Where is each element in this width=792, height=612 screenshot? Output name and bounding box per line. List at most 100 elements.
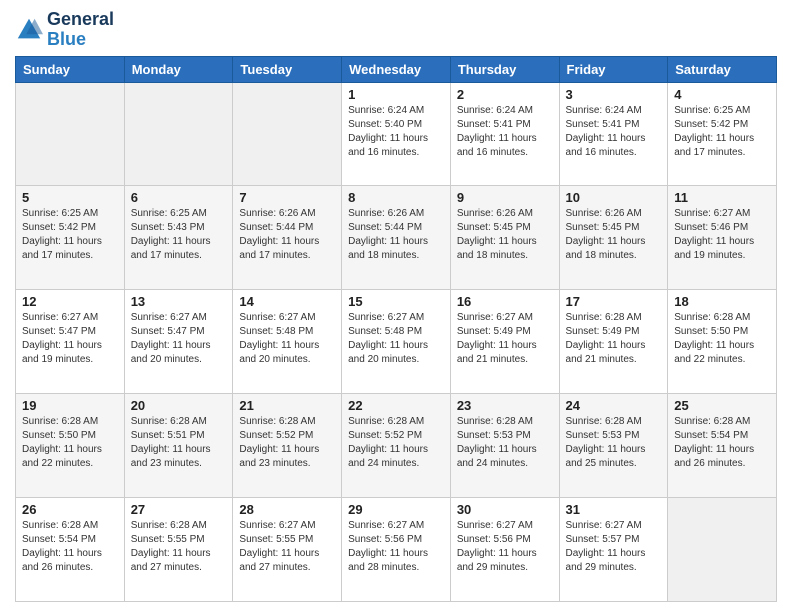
calendar-cell: 20 Sunrise: 6:28 AMSunset: 5:51 PMDayligh… (124, 394, 233, 498)
day-info: Sunrise: 6:28 AMSunset: 5:52 PMDaylight:… (239, 415, 335, 471)
calendar-cell: 25Sunrise: 6:28 AMSunset: 5:54 PMDayligh… (668, 394, 777, 498)
day-number: 13 (131, 294, 227, 309)
calendar-cell: 13Sunrise: 6:27 AMSunset: 5:47 PMDayligh… (124, 290, 233, 394)
day-info: Sunrise: 6:25 AMSunset: 5:42 PMDaylight:… (674, 104, 770, 160)
day-info: Sunrise: 6:27 AMSunset: 5:57 PMDaylight:… (566, 519, 662, 575)
day-info: Sunrise: 6:26 AMSunset: 5:44 PMDaylight:… (239, 207, 335, 263)
day-info: Sunrise: 6:27 AMSunset: 5:48 PMDaylight:… (239, 311, 335, 367)
weekday-header-wednesday: Wednesday (342, 56, 451, 82)
week-row-1: 1 Sunrise: 6:24 AMSunset: 5:40 PMDaylight… (16, 82, 777, 186)
day-number: 14 (239, 294, 335, 309)
day-info: Sunrise: 6:24 AMSunset: 5:40 PMDaylight:… (348, 104, 444, 160)
calendar-cell: 23Sunrise: 6:28 AMSunset: 5:53 PMDayligh… (450, 394, 559, 498)
day-number: 7 (239, 190, 335, 205)
day-number: 31 (566, 502, 662, 517)
day-number: 10 (566, 190, 662, 205)
calendar-cell: 9Sunrise: 6:26 AMSunset: 5:45 PMDaylight… (450, 186, 559, 290)
calendar-cell: 1 Sunrise: 6:24 AMSunset: 5:40 PMDaylight… (342, 82, 451, 186)
day-info: Sunrise: 6:27 AMSunset: 5:56 PMDaylight:… (457, 519, 553, 575)
day-number: 6 (131, 190, 227, 205)
day-number: 19 (22, 398, 118, 413)
weekday-header-saturday: Saturday (668, 56, 777, 82)
day-info: Sunrise: 6:28 AMSunset: 5:51 PMDaylight:… (131, 415, 227, 471)
calendar-cell: 27 Sunrise: 6:28 AMSunset: 5:55 PMDayligh… (124, 498, 233, 602)
week-row-2: 5 Sunrise: 6:25 AMSunset: 5:42 PMDaylight… (16, 186, 777, 290)
day-number: 16 (457, 294, 553, 309)
day-number: 11 (674, 190, 770, 205)
day-number: 30 (457, 502, 553, 517)
logo: General Blue (15, 10, 114, 50)
calendar-cell (16, 82, 125, 186)
day-number: 22 (348, 398, 444, 413)
day-info: Sunrise: 6:28 AMSunset: 5:50 PMDaylight:… (674, 311, 770, 367)
day-info: Sunrise: 6:27 AMSunset: 5:49 PMDaylight:… (457, 311, 553, 367)
week-row-4: 19 Sunrise: 6:28 AMSunset: 5:50 PMDayligh… (16, 394, 777, 498)
calendar-cell: 7 Sunrise: 6:26 AMSunset: 5:44 PMDaylight… (233, 186, 342, 290)
day-info: Sunrise: 6:28 AMSunset: 5:55 PMDaylight:… (131, 519, 227, 575)
weekday-header-thursday: Thursday (450, 56, 559, 82)
day-number: 28 (239, 502, 335, 517)
calendar-cell: 10Sunrise: 6:26 AMSunset: 5:45 PMDayligh… (559, 186, 668, 290)
day-number: 25 (674, 398, 770, 413)
header: General Blue (15, 10, 777, 50)
day-info: Sunrise: 6:28 AMSunset: 5:50 PMDaylight:… (22, 415, 118, 471)
calendar-cell: 4 Sunrise: 6:25 AMSunset: 5:42 PMDaylight… (668, 82, 777, 186)
day-number: 3 (566, 87, 662, 102)
day-info: Sunrise: 6:27 AMSunset: 5:55 PMDaylight:… (239, 519, 335, 575)
calendar-cell: 26 Sunrise: 6:28 AMSunset: 5:54 PMDayligh… (16, 498, 125, 602)
calendar-cell: 29 Sunrise: 6:27 AMSunset: 5:56 PMDayligh… (342, 498, 451, 602)
calendar-cell: 15 Sunrise: 6:27 AMSunset: 5:48 PMDayligh… (342, 290, 451, 394)
day-number: 27 (131, 502, 227, 517)
calendar-cell: 5 Sunrise: 6:25 AMSunset: 5:42 PMDaylight… (16, 186, 125, 290)
day-info: Sunrise: 6:27 AMSunset: 5:47 PMDaylight:… (22, 311, 118, 367)
logo-text: General Blue (47, 10, 114, 50)
day-info: Sunrise: 6:28 AMSunset: 5:52 PMDaylight:… (348, 415, 444, 471)
day-number: 20 (131, 398, 227, 413)
calendar-cell: 16 Sunrise: 6:27 AMSunset: 5:49 PMDayligh… (450, 290, 559, 394)
day-info: Sunrise: 6:25 AMSunset: 5:43 PMDaylight:… (131, 207, 227, 263)
calendar-cell: 19 Sunrise: 6:28 AMSunset: 5:50 PMDayligh… (16, 394, 125, 498)
calendar-cell: 30 Sunrise: 6:27 AMSunset: 5:56 PMDayligh… (450, 498, 559, 602)
calendar-cell: 11 Sunrise: 6:27 AMSunset: 5:46 PMDayligh… (668, 186, 777, 290)
day-info: Sunrise: 6:24 AMSunset: 5:41 PMDaylight:… (566, 104, 662, 160)
calendar-cell: 12 Sunrise: 6:27 AMSunset: 5:47 PMDayligh… (16, 290, 125, 394)
calendar-cell: 8 Sunrise: 6:26 AMSunset: 5:44 PMDaylight… (342, 186, 451, 290)
calendar-cell (668, 498, 777, 602)
day-number: 5 (22, 190, 118, 205)
calendar-cell: 21Sunrise: 6:28 AMSunset: 5:52 PMDayligh… (233, 394, 342, 498)
weekday-header-row: SundayMondayTuesdayWednesdayThursdayFrid… (16, 56, 777, 82)
day-info: Sunrise: 6:25 AMSunset: 5:42 PMDaylight:… (22, 207, 118, 263)
calendar-cell: 17 Sunrise: 6:28 AMSunset: 5:49 PMDayligh… (559, 290, 668, 394)
day-info: Sunrise: 6:26 AMSunset: 5:44 PMDaylight:… (348, 207, 444, 263)
day-info: Sunrise: 6:28 AMSunset: 5:53 PMDaylight:… (566, 415, 662, 471)
weekday-header-friday: Friday (559, 56, 668, 82)
day-number: 8 (348, 190, 444, 205)
day-info: Sunrise: 6:28 AMSunset: 5:49 PMDaylight:… (566, 311, 662, 367)
day-info: Sunrise: 6:27 AMSunset: 5:56 PMDaylight:… (348, 519, 444, 575)
weekday-header-monday: Monday (124, 56, 233, 82)
calendar-cell (233, 82, 342, 186)
calendar-cell: 18 Sunrise: 6:28 AMSunset: 5:50 PMDayligh… (668, 290, 777, 394)
day-info: Sunrise: 6:28 AMSunset: 5:53 PMDaylight:… (457, 415, 553, 471)
calendar-cell (124, 82, 233, 186)
day-info: Sunrise: 6:28 AMSunset: 5:54 PMDaylight:… (22, 519, 118, 575)
day-number: 29 (348, 502, 444, 517)
day-info: Sunrise: 6:27 AMSunset: 5:48 PMDaylight:… (348, 311, 444, 367)
calendar: SundayMondayTuesdayWednesdayThursdayFrid… (15, 56, 777, 602)
weekday-header-tuesday: Tuesday (233, 56, 342, 82)
day-info: Sunrise: 6:27 AMSunset: 5:46 PMDaylight:… (674, 207, 770, 263)
day-number: 15 (348, 294, 444, 309)
day-number: 12 (22, 294, 118, 309)
calendar-cell: 6 Sunrise: 6:25 AMSunset: 5:43 PMDaylight… (124, 186, 233, 290)
day-number: 17 (566, 294, 662, 309)
page: General Blue SundayMondayTuesdayWednesda… (0, 0, 792, 612)
week-row-5: 26 Sunrise: 6:28 AMSunset: 5:54 PMDayligh… (16, 498, 777, 602)
calendar-cell: 28 Sunrise: 6:27 AMSunset: 5:55 PMDayligh… (233, 498, 342, 602)
day-number: 18 (674, 294, 770, 309)
calendar-cell: 14 Sunrise: 6:27 AMSunset: 5:48 PMDayligh… (233, 290, 342, 394)
day-number: 26 (22, 502, 118, 517)
calendar-cell: 22 Sunrise: 6:28 AMSunset: 5:52 PMDayligh… (342, 394, 451, 498)
day-number: 4 (674, 87, 770, 102)
calendar-cell: 3 Sunrise: 6:24 AMSunset: 5:41 PMDaylight… (559, 82, 668, 186)
day-number: 1 (348, 87, 444, 102)
